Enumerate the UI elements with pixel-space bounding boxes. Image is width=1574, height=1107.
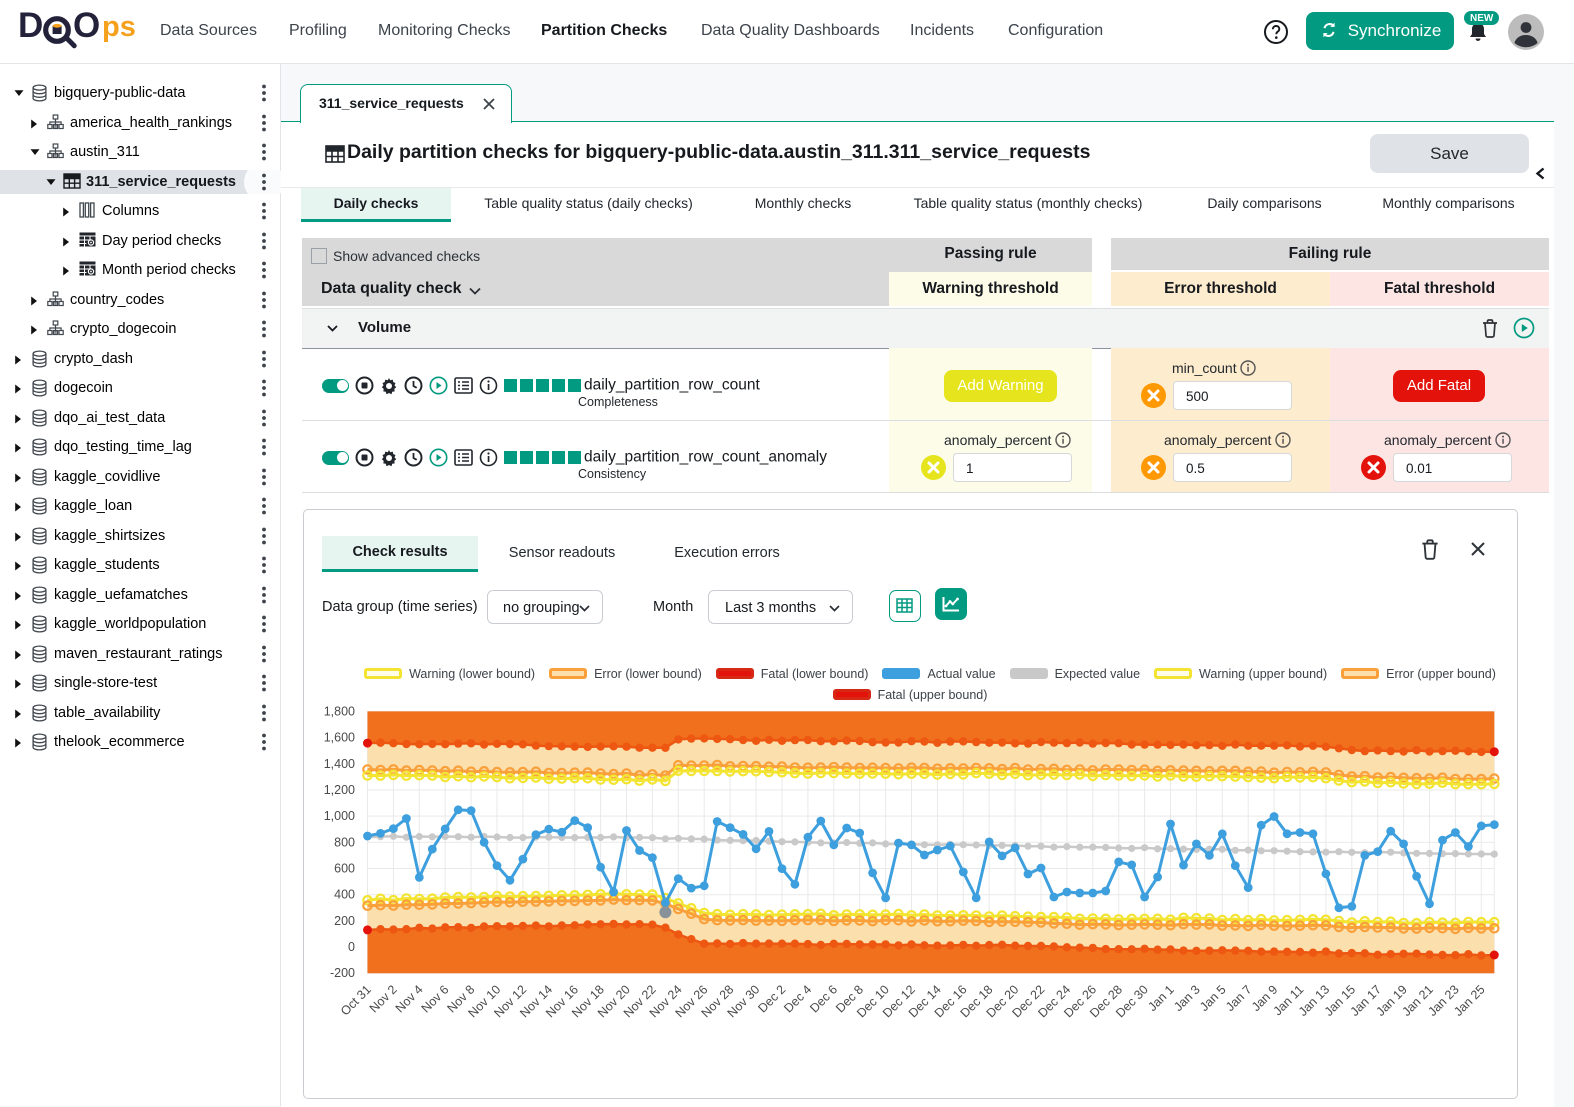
svg-text:1,200: 1,200: [324, 783, 355, 797]
svg-text:-200: -200: [330, 966, 355, 980]
svg-text:Nov 4: Nov 4: [393, 982, 426, 1015]
svg-text:400: 400: [334, 888, 355, 902]
svg-text:Dec 4: Dec 4: [781, 982, 814, 1015]
svg-text:600: 600: [334, 862, 355, 876]
svg-text:Dec 2: Dec 2: [755, 982, 788, 1015]
svg-text:200: 200: [334, 914, 355, 928]
svg-text:Jan 3: Jan 3: [1171, 982, 1203, 1014]
svg-text:800: 800: [334, 835, 355, 849]
svg-text:Nov 6: Nov 6: [419, 982, 452, 1015]
svg-text:Oct 31: Oct 31: [338, 982, 374, 1018]
svg-text:Jan 7: Jan 7: [1223, 982, 1255, 1014]
svg-text:Jan 1: Jan 1: [1145, 982, 1177, 1014]
svg-text:1,600: 1,600: [324, 731, 355, 745]
svg-text:1,800: 1,800: [324, 704, 355, 718]
svg-text:Nov 2: Nov 2: [367, 982, 400, 1015]
svg-text:1,000: 1,000: [324, 809, 355, 823]
svg-text:Dec 6: Dec 6: [807, 982, 840, 1015]
svg-text:0: 0: [348, 940, 355, 954]
svg-text:1,400: 1,400: [324, 757, 355, 771]
svg-text:Jan 5: Jan 5: [1197, 982, 1229, 1014]
